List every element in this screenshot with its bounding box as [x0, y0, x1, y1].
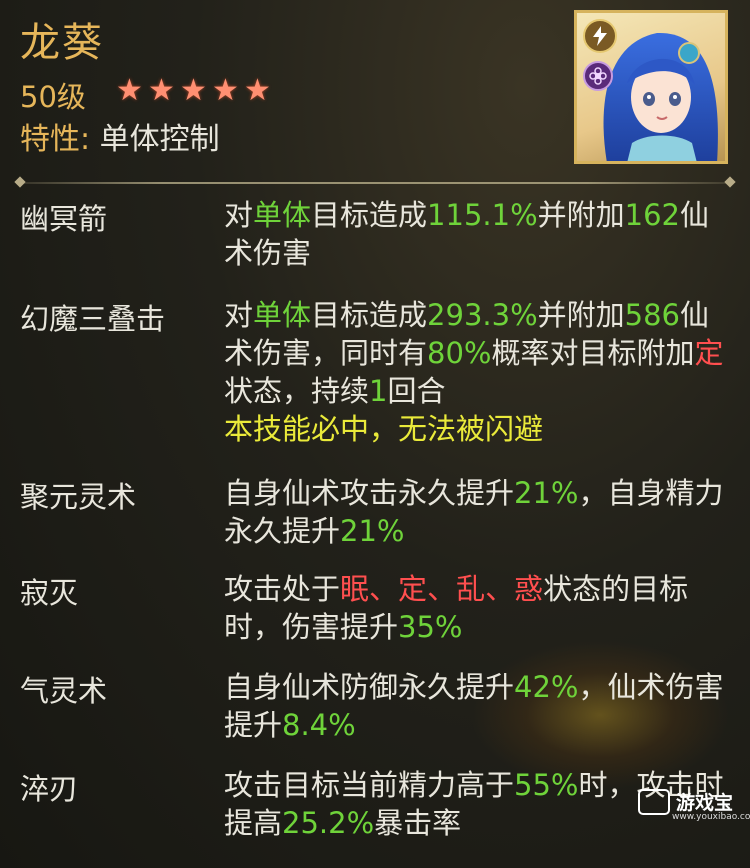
- character-level: 50级: [20, 80, 86, 114]
- skill-description: 对单体目标造成293.3%并附加586仙术伤害，同时有80%概率对目标附加定状态…: [224, 296, 724, 410]
- skill-name: 淬刃: [20, 772, 79, 806]
- desc-segment: 55%: [514, 768, 579, 802]
- watermark-text: 游戏宝: [676, 792, 734, 814]
- desc-segment: 暴击率: [374, 806, 462, 840]
- site-watermark: 游戏宝: [638, 788, 733, 815]
- desc-segment: 21%: [340, 514, 405, 548]
- character-name: 龙葵: [20, 20, 104, 66]
- desc-segment: 对: [224, 298, 254, 332]
- desc-segment: 80%: [427, 336, 492, 370]
- star-icon: ★: [116, 73, 143, 108]
- desc-segment: 目标造成: [311, 198, 428, 232]
- desc-segment: 惑: [514, 572, 544, 606]
- flower-icon: [583, 61, 613, 91]
- skill-name: 寂灭: [20, 576, 79, 610]
- header-divider: [20, 182, 730, 184]
- desc-segment: 定: [398, 572, 428, 606]
- desc-segment: 自身仙术防御永久提升: [224, 670, 515, 704]
- desc-segment: 攻击目标当前精力高于: [224, 768, 515, 802]
- desc-segment: 乱: [456, 572, 486, 606]
- watermark-url: www.youxibao.com: [672, 812, 750, 822]
- skill-name: 气灵术: [20, 674, 108, 708]
- desc-segment: 293.3%: [427, 298, 538, 332]
- star-icon: ★: [212, 73, 239, 108]
- character-portrait[interactable]: [574, 10, 728, 164]
- desc-segment: 并附加: [537, 198, 625, 232]
- desc-segment: 8.4%: [282, 708, 356, 742]
- desc-segment: 1: [369, 374, 388, 408]
- desc-segment: 162: [624, 198, 680, 232]
- skill-description: 自身仙术防御永久提升42%，仙术伤害提升8.4%: [224, 668, 724, 744]
- desc-segment: 42%: [514, 670, 579, 704]
- star-rating: ★ ★ ★ ★ ★: [116, 76, 274, 106]
- gamepad-icon: [638, 788, 670, 815]
- desc-segment: 、: [485, 572, 515, 606]
- skill-name: 聚元灵术: [20, 480, 137, 514]
- desc-segment: 单体: [253, 198, 312, 232]
- skill-note: 本技能必中，无法被闪避: [224, 412, 544, 446]
- desc-segment: 115.1%: [427, 198, 538, 232]
- desc-segment: 586: [624, 298, 680, 332]
- lightning-icon: [583, 19, 617, 53]
- trait-value: 单体控制: [99, 122, 220, 157]
- trait-label: 特性:: [20, 122, 91, 157]
- skill-name: 幻魔三叠击: [20, 302, 166, 336]
- desc-segment: 单体: [253, 298, 312, 332]
- star-icon: ★: [180, 73, 207, 108]
- desc-segment: 、: [369, 572, 399, 606]
- desc-segment: 眠: [340, 572, 370, 606]
- desc-segment: 并附加: [537, 298, 625, 332]
- desc-segment: 定: [694, 336, 724, 370]
- skill-name: 幽冥箭: [20, 202, 108, 236]
- desc-segment: 自身仙术攻击永久提升: [224, 476, 515, 510]
- desc-segment: 、: [427, 572, 457, 606]
- skill-description: 对单体目标造成115.1%并附加162仙术伤害: [224, 196, 724, 272]
- desc-segment: 对: [224, 198, 254, 232]
- desc-segment: 目标造成: [311, 298, 428, 332]
- character-trait: 特性: 单体控制: [20, 114, 220, 158]
- desc-segment: 回合: [387, 374, 446, 408]
- skill-description: 自身仙术攻击永久提升21%，自身精力永久提升21%: [224, 474, 724, 550]
- star-icon: ★: [148, 73, 175, 108]
- desc-segment: 21%: [514, 476, 579, 510]
- skill-description: 攻击处于眠、定、乱、惑状态的目标时，伤害提升35%: [224, 570, 724, 646]
- desc-segment: 25.2%: [282, 806, 375, 840]
- desc-segment: 35%: [398, 610, 463, 644]
- desc-segment: 攻击处于: [224, 572, 341, 606]
- star-icon: ★: [244, 73, 271, 108]
- desc-segment: 概率对目标附加: [491, 336, 695, 370]
- desc-segment: 状态，持续: [224, 374, 370, 408]
